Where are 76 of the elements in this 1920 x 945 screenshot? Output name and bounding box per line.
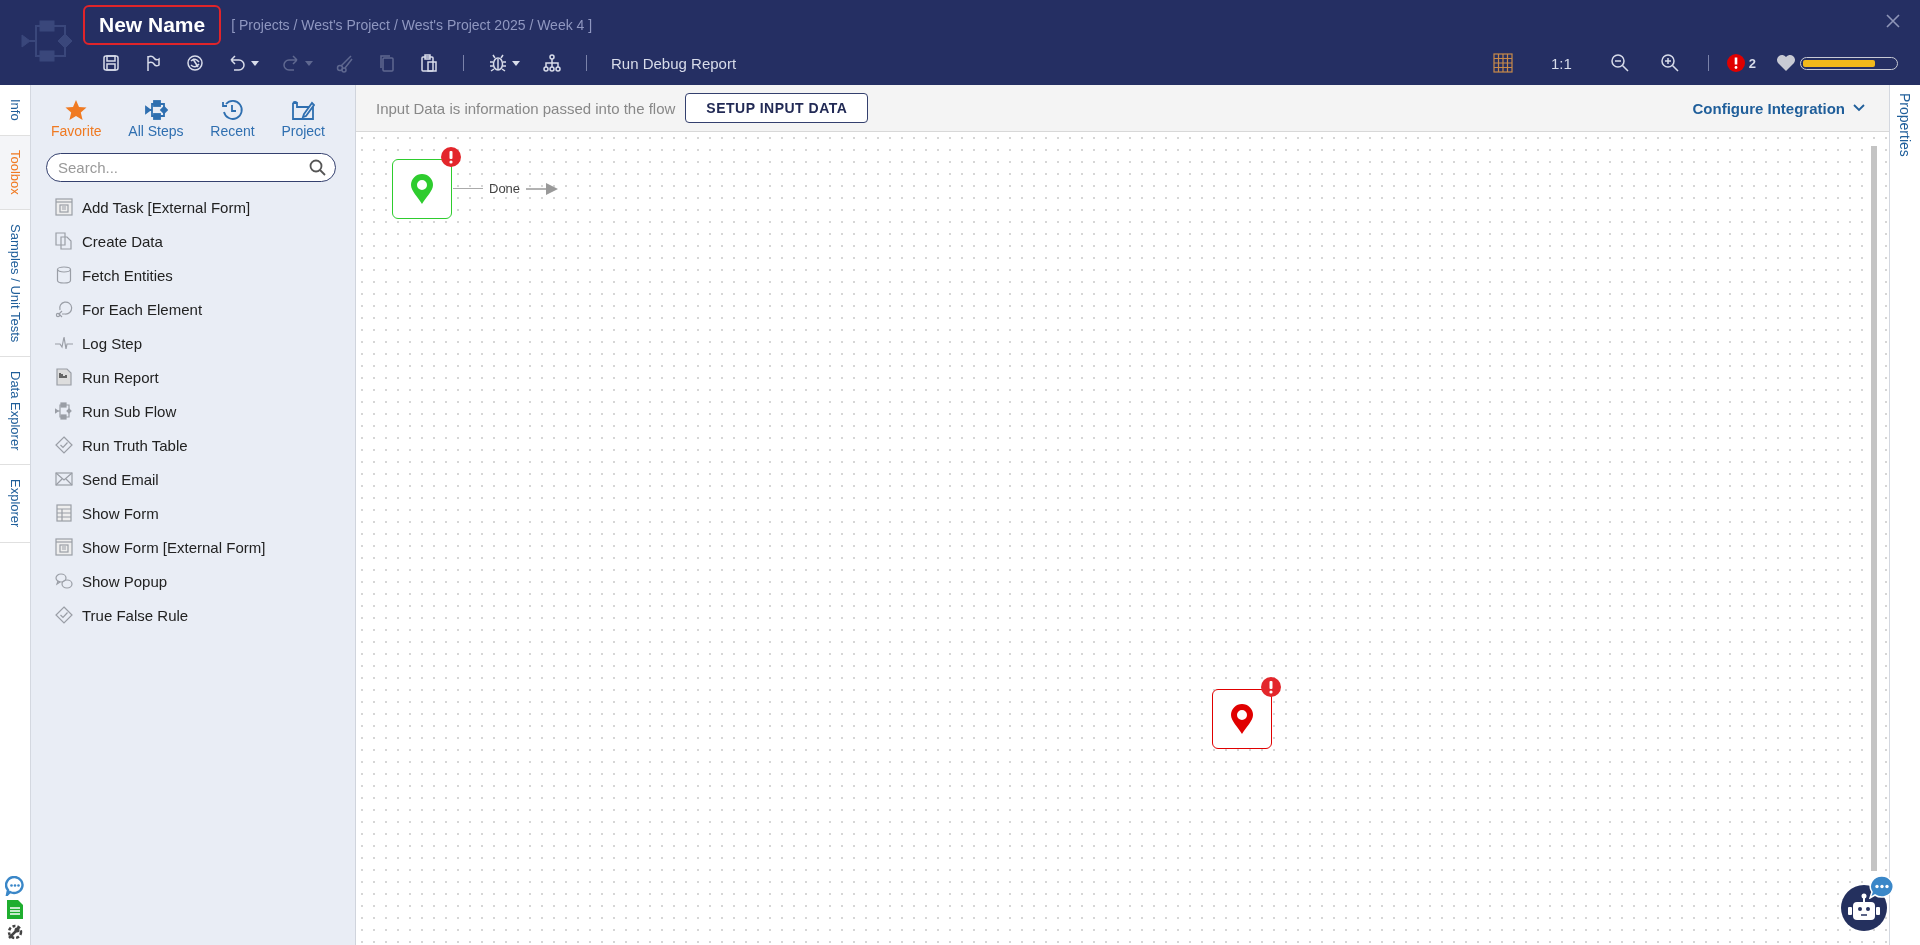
settings-icon[interactable] — [6, 923, 24, 941]
toolbox-item[interactable]: Show Form — [55, 496, 355, 530]
mail-icon — [55, 470, 73, 488]
flow-steps-icon — [143, 99, 168, 121]
copy-icon — [55, 232, 73, 250]
project-icon — [291, 99, 316, 121]
connector-label: Done — [489, 181, 521, 196]
form-icon — [55, 538, 73, 556]
bug-icon — [488, 53, 508, 73]
copy-icon — [377, 53, 397, 73]
toolbox-item[interactable]: Add Task [External Form] — [55, 190, 355, 224]
toolbox-item[interactable]: Fetch Entities — [55, 258, 355, 292]
close-icon[interactable] — [1885, 13, 1901, 29]
toolbox-item[interactable]: Run Report — [55, 360, 355, 394]
scissors-icon — [335, 53, 355, 73]
search-field[interactable]: Search... — [46, 153, 336, 182]
chat-bubble-icon[interactable] — [1869, 875, 1895, 899]
clock-icon — [220, 99, 245, 121]
grid-icon[interactable] — [1492, 53, 1513, 73]
map-pin-icon — [411, 174, 433, 204]
toolbox-item[interactable]: Run Truth Table — [55, 428, 355, 462]
undo-icon — [227, 53, 247, 73]
caret-icon — [251, 60, 259, 66]
step-category-tab[interactable]: Recent — [210, 99, 255, 139]
database-icon — [55, 266, 73, 284]
robot-icon — [1846, 893, 1882, 923]
map-pin-icon — [1231, 704, 1253, 734]
flow-title[interactable]: New Name — [83, 5, 222, 45]
pulse-icon — [55, 334, 73, 352]
end-step-node[interactable] — [1212, 689, 1272, 749]
loop-icon — [55, 300, 73, 318]
start-step-node[interactable] — [392, 159, 452, 219]
toolbox-item[interactable]: Log Step — [55, 326, 355, 360]
input-data-hint: Input Data is information passed into the flow — [376, 99, 676, 117]
toolbox-item[interactable]: Send Email — [55, 462, 355, 496]
chat-icon — [55, 572, 73, 590]
actual-size-button[interactable]: 1:1 — [1544, 53, 1578, 73]
error-icon[interactable] — [1726, 54, 1745, 72]
form-icon — [55, 198, 73, 216]
toolbox-item[interactable]: Run Sub Flow — [55, 394, 355, 428]
star-icon — [64, 99, 89, 121]
toolbox-item[interactable]: For Each Element — [55, 292, 355, 326]
properties-tab[interactable]: Properties — [1890, 85, 1920, 165]
scrollbar[interactable] — [1871, 146, 1877, 871]
search-icon[interactable] — [309, 159, 326, 176]
toolbox-item[interactable]: Show Form [External Form] — [55, 530, 355, 564]
check-icon — [55, 606, 73, 624]
breadcrumb: [ Projects / West's Project / West's Project 2025 / Week 4 ] — [231, 17, 593, 33]
connector-line — [453, 187, 483, 190]
toolbox-item[interactable]: Create Data — [55, 224, 355, 258]
toolbox-item[interactable]: True False Rule — [55, 598, 355, 632]
chatbot-button[interactable] — [1841, 885, 1887, 931]
redo-icon — [281, 53, 301, 73]
configure-integration-dropdown[interactable]: Configure Integration — [1686, 98, 1871, 118]
paste-icon — [419, 53, 439, 73]
error-count: 2 — [1748, 55, 1756, 71]
run-debug-report-button[interactable]: Run Debug Report — [611, 54, 737, 72]
subflow-icon — [55, 402, 73, 420]
save-icon — [101, 53, 121, 73]
check-icon — [55, 436, 73, 454]
step-category-tab[interactable]: Project — [281, 99, 325, 139]
connector-arrow — [526, 182, 559, 195]
setup-input-data-button[interactable]: SETUP INPUT DATA — [685, 93, 869, 123]
chevron-down-icon — [1853, 104, 1865, 112]
caret-icon — [305, 60, 313, 66]
swirl-icon — [185, 53, 205, 73]
zoom-in-icon[interactable] — [1659, 53, 1680, 73]
caret-icon — [512, 60, 520, 66]
report-icon — [55, 368, 73, 386]
hierarchy-icon — [542, 53, 562, 73]
heart-icon — [1776, 54, 1796, 72]
step-category-tab[interactable]: All Steps — [128, 99, 184, 139]
toolbox-item[interactable]: Show Popup — [55, 564, 355, 598]
zoom-out-icon[interactable] — [1609, 53, 1630, 73]
table-icon — [55, 504, 73, 522]
chat-icon[interactable] — [5, 876, 25, 896]
